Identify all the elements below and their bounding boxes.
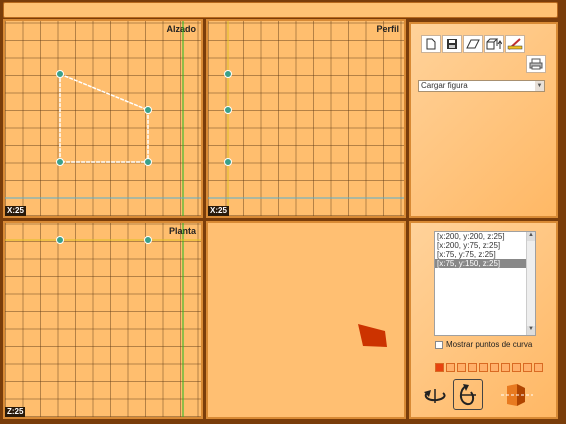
alzado-point <box>56 70 64 78</box>
list-item[interactable]: [x:200, y:200, z:25] <box>435 232 535 241</box>
planta-canvas <box>5 223 201 417</box>
cube-view-icon <box>501 384 533 406</box>
curve-points-label: Mostrar puntos de curva <box>446 340 533 349</box>
perfil-point <box>224 70 232 78</box>
alzado-point <box>144 106 152 114</box>
color-swatch[interactable] <box>479 363 488 372</box>
alzado-view[interactable]: Alzado X:25 <box>3 19 203 218</box>
perfil-view[interactable]: Perfil X:25 <box>206 19 406 218</box>
alzado-point <box>144 158 152 166</box>
scroll-down-icon[interactable]: ▼ <box>527 326 535 335</box>
eraser-icon[interactable] <box>463 35 483 53</box>
planta-axis-label: Z:25 <box>5 407 26 417</box>
print-icon[interactable] <box>526 55 546 73</box>
color-swatch[interactable] <box>468 363 477 372</box>
planta-view[interactable]: Planta Z:25 <box>3 221 203 419</box>
extrude-icon[interactable] <box>484 35 504 53</box>
alzado-axis-label: X:25 <box>5 206 26 216</box>
scroll-up-icon[interactable]: ▲ <box>527 232 535 241</box>
color-swatch[interactable] <box>446 363 455 372</box>
perfil-point <box>224 158 232 166</box>
planta-point <box>144 236 152 244</box>
planta-point <box>56 236 64 244</box>
color-swatch[interactable] <box>512 363 521 372</box>
color-swatch[interactable] <box>490 363 499 372</box>
load-figure-value: Cargar figura <box>421 81 468 90</box>
color-swatch[interactable] <box>501 363 510 372</box>
rotate-vertical-button[interactable] <box>453 379 483 410</box>
top-bar <box>3 2 558 18</box>
list-item[interactable]: [x:200, y:75, z:25] <box>435 241 535 250</box>
alzado-canvas <box>5 21 201 216</box>
perspective-canvas <box>358 324 387 347</box>
color-swatch[interactable] <box>523 363 532 372</box>
save-icon[interactable] <box>442 35 462 53</box>
rendered-figure <box>358 324 387 347</box>
chevron-down-icon[interactable]: ▼ <box>535 81 544 91</box>
color-swatch[interactable] <box>457 363 466 372</box>
curve-points-checkbox[interactable] <box>435 341 443 349</box>
scrollbar[interactable]: ▲ ▼ <box>526 232 535 335</box>
rotate-vertical-icon <box>459 383 476 405</box>
alzado-point <box>56 158 64 166</box>
load-figure-select[interactable]: Cargar figura ▼ <box>418 80 545 92</box>
list-item[interactable]: [x:75, y:150, z:25] <box>435 259 535 268</box>
clear-icon[interactable] <box>505 35 525 53</box>
points-list[interactable]: [x:200, y:200, z:25] [x:200, y:75, z:25]… <box>434 231 536 336</box>
color-swatch[interactable] <box>534 363 543 372</box>
perfil-canvas <box>208 21 404 216</box>
list-item[interactable]: [x:75, y:75, z:25] <box>435 250 535 259</box>
rotate-horizontal-button[interactable] <box>420 384 450 406</box>
alzado-figure <box>59 72 149 163</box>
perfil-axis-label: X:25 <box>208 206 229 216</box>
rotate-horizontal-icon <box>424 389 446 403</box>
new-file-icon[interactable] <box>421 35 441 53</box>
perfil-point <box>224 106 232 114</box>
view-3d-button[interactable] <box>498 381 536 409</box>
color-swatch[interactable] <box>435 363 444 372</box>
perspective-view[interactable] <box>206 221 406 419</box>
